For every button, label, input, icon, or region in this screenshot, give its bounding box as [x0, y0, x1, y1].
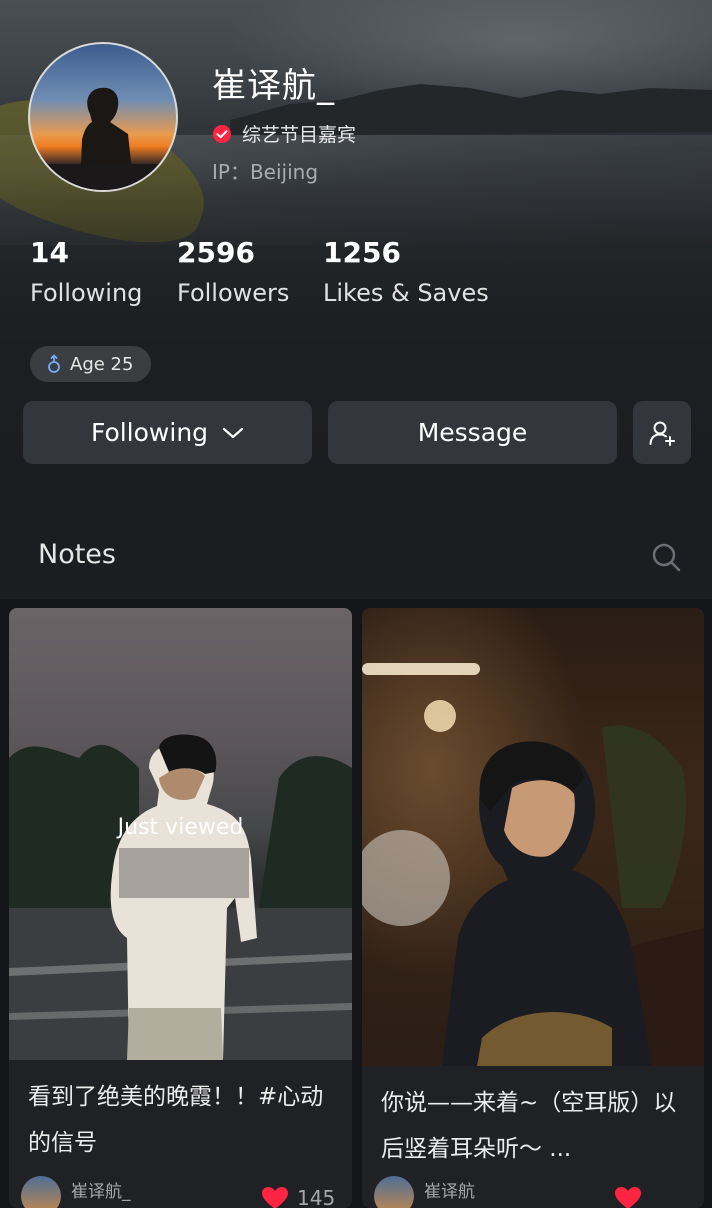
- note-cover-image[interactable]: [362, 608, 704, 1066]
- note-title[interactable]: 你说——来着~（空耳版）以后竖着耳朵听～ ...: [381, 1080, 686, 1172]
- following-button-label: Following: [90, 418, 209, 447]
- author-name: 崔译航_: [71, 1181, 131, 1202]
- like-button[interactable]: 145: [261, 1186, 335, 1208]
- stat-following[interactable]: 14 Following: [30, 236, 142, 307]
- add-friend-button[interactable]: [633, 401, 691, 464]
- message-button-label: Message: [417, 418, 528, 447]
- search-icon[interactable]: [650, 541, 682, 573]
- age-text: Age 25: [70, 353, 134, 375]
- just-viewed-label: Just viewed: [117, 815, 244, 840]
- male-symbol-icon: [48, 354, 60, 373]
- profile-avatar[interactable]: [28, 42, 178, 192]
- add-user-icon: [649, 421, 675, 446]
- chevron-down-icon: [222, 427, 244, 438]
- following-button[interactable]: Following: [23, 401, 312, 464]
- heart-icon: [262, 1187, 288, 1208]
- note-author[interactable]: 崔译航: [374, 1176, 475, 1208]
- note-cover-image[interactable]: Just viewed: [9, 608, 352, 1060]
- note-card[interactable]: 你说——来着~（空耳版）以后竖着耳朵听～ ... 崔译航: [362, 608, 704, 1208]
- author-avatar: [21, 1176, 61, 1208]
- stat-following-label: Following: [30, 279, 143, 307]
- stat-followers[interactable]: 2596 Followers: [177, 236, 289, 307]
- note-card[interactable]: Just viewed 看到了绝美的晚霞！！#心动的信号 崔译航_ 145: [9, 608, 352, 1208]
- stat-following-value: 14: [30, 236, 69, 269]
- like-count: 145: [297, 1186, 336, 1208]
- verified-badge-row: 综艺节目嘉宾: [212, 120, 356, 147]
- stat-likes-saves[interactable]: 1256 Likes & Saves: [323, 236, 489, 307]
- author-avatar: [374, 1176, 414, 1208]
- heart-icon: [615, 1187, 641, 1208]
- verified-title: 综艺节目嘉宾: [242, 124, 357, 146]
- age-tag: Age 25: [30, 346, 152, 382]
- note-author[interactable]: 崔译航_: [21, 1176, 131, 1208]
- avatar-silhouette: [30, 87, 176, 190]
- author-name: 崔译航: [424, 1181, 475, 1202]
- stat-likes-saves-value: 1256: [323, 236, 401, 269]
- stat-likes-saves-label: Likes & Saves: [323, 279, 489, 307]
- stat-followers-label: Followers: [177, 279, 290, 307]
- stat-followers-value: 2596: [177, 236, 255, 269]
- profile-username: 崔译航_: [212, 66, 335, 106]
- message-button[interactable]: Message: [328, 401, 617, 464]
- tab-notes[interactable]: Notes: [38, 539, 116, 570]
- ip-location: IP：Beijing: [212, 160, 319, 184]
- notes-tab-bar: Notes: [0, 517, 712, 599]
- note-title[interactable]: 看到了绝美的晚霞！！#心动的信号: [28, 1074, 333, 1166]
- verified-check-icon: [213, 124, 231, 143]
- like-button[interactable]: [614, 1186, 642, 1208]
- cover-scene-right: [362, 663, 704, 1066]
